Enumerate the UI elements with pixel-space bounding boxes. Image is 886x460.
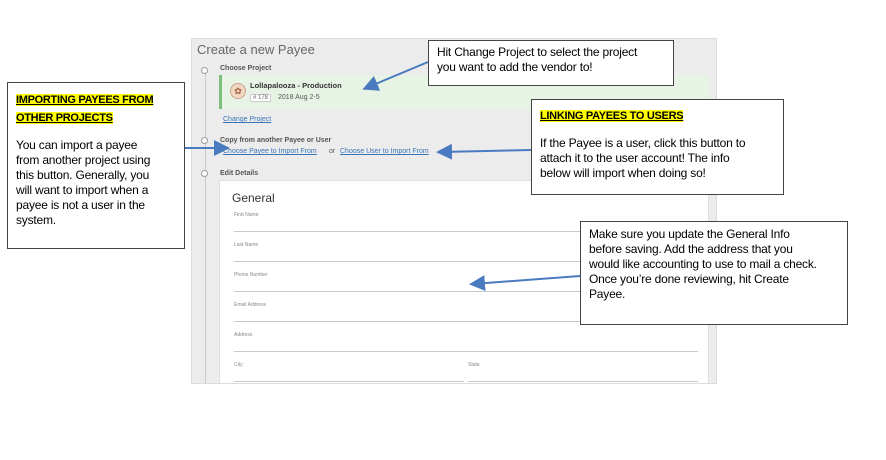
- annotation-arrows: [185, 61, 581, 292]
- change-project-arrow: [362, 61, 429, 91]
- import-user-arrow: [436, 143, 532, 160]
- general-info-arrow: [469, 275, 581, 292]
